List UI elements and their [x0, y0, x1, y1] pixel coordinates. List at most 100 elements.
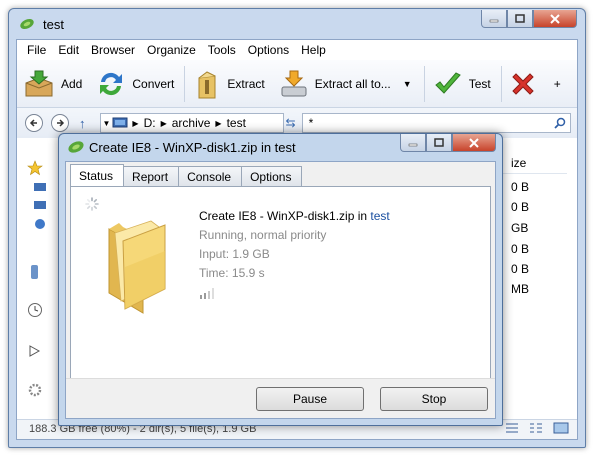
status-panel: Create IE8 - WinXP-disk1.zip in test Run… [70, 186, 491, 397]
test-label: Test [468, 76, 491, 91]
list-view-icon[interactable] [529, 422, 543, 434]
input-size-text: Input: 1.9 GB [199, 247, 270, 261]
back-button[interactable] [25, 114, 43, 132]
operation-text: Create IE8 - WinXP-disk1.zip in [199, 209, 371, 223]
checkmark-icon [434, 71, 461, 94]
forward-button[interactable] [51, 114, 69, 132]
extract-button[interactable]: Extract [187, 64, 272, 104]
window-title: test [43, 17, 64, 32]
search-icon[interactable] [554, 117, 566, 129]
forward-arrow-icon [57, 119, 65, 127]
peazip-logo-icon [20, 18, 34, 30]
dialog-footer: Pause Stop [66, 378, 495, 418]
dialog-window-controls [400, 134, 496, 152]
network-icon[interactable] [33, 218, 47, 230]
dialog-maximize-button[interactable] [426, 134, 452, 152]
up-arrow-icon[interactable]: ↑ [79, 116, 86, 131]
tab-report[interactable]: Report [123, 166, 180, 186]
path-sep-icon: ▶ [160, 118, 167, 128]
operation-info: Create IE8 - WinXP-disk1.zip in test Run… [199, 207, 390, 305]
left-panel [17, 138, 55, 419]
convert-button[interactable]: Convert [90, 64, 182, 104]
maximize-button[interactable] [507, 10, 533, 28]
menu-options[interactable]: Options [242, 40, 295, 60]
folder-icon [108, 220, 166, 314]
play-icon[interactable] [27, 344, 41, 358]
favorites-star-icon[interactable] [27, 160, 43, 176]
more-tools-button[interactable]: + [554, 77, 561, 91]
elapsed-time-text: Time: 15.9 s [199, 266, 265, 280]
maximize-icon [515, 14, 525, 23]
size-cell: GB [511, 221, 529, 235]
add-archive-icon [25, 70, 53, 96]
close-icon [469, 137, 479, 148]
back-arrow-icon [29, 119, 37, 127]
peazip-logo-icon [68, 141, 84, 153]
menu-help[interactable]: Help [295, 40, 332, 60]
dialog-close-button[interactable] [452, 134, 496, 152]
toolbar-separator [500, 65, 502, 102]
close-button[interactable] [533, 10, 577, 28]
tab-console[interactable]: Console [178, 166, 243, 186]
size-cell: 0 B [511, 180, 530, 194]
extract-label: Extract [227, 76, 265, 91]
details-view-icon[interactable] [505, 422, 519, 434]
gear-icon[interactable] [27, 382, 43, 398]
pause-button[interactable]: Pause [256, 387, 364, 411]
toolbar: Add Convert Extract Extract all to... ▼ … [17, 60, 577, 108]
extract-dropdown-arrow-icon[interactable]: ▼ [399, 79, 422, 89]
path-segment[interactable]: archive [169, 116, 214, 130]
minimize-icon [489, 19, 499, 22]
extract-icon [198, 70, 216, 98]
add-label: Add [61, 76, 83, 91]
bookmark-icon[interactable] [29, 264, 41, 280]
test-button[interactable]: Test [427, 64, 499, 104]
convert-label: Convert [132, 76, 175, 91]
add-button[interactable]: Add [17, 64, 90, 104]
menu-organize[interactable]: Organize [141, 40, 202, 60]
filter-value: * [308, 116, 314, 130]
size-cell: 0 B [511, 200, 530, 214]
busy-spinner-icon [85, 197, 99, 211]
path-sep-icon: ▶ [215, 118, 222, 128]
extract-all-label: Extract all to... [314, 76, 391, 91]
menu-file[interactable]: File [21, 40, 52, 60]
size-cell: 0 B [511, 262, 530, 276]
state-text: Running, normal priority [199, 228, 327, 242]
menu-edit[interactable]: Edit [52, 40, 85, 60]
title-bar[interactable]: test [9, 9, 585, 37]
menu-bar: File Edit Browser Organize Tools Options… [17, 40, 577, 60]
toolbar-separator [184, 65, 186, 102]
drive-icon[interactable] [33, 200, 47, 210]
view-mode-icons [505, 422, 569, 434]
path-segment[interactable]: test [224, 116, 249, 130]
filter-input[interactable]: * [301, 113, 571, 133]
convert-icon [100, 72, 123, 95]
operation-line: Create IE8 - WinXP-disk1.zip in test [199, 207, 390, 226]
thumbnail-view-icon[interactable] [553, 422, 569, 434]
path-dropdown-icon[interactable]: ▼ [101, 119, 113, 128]
tab-options[interactable]: Options [241, 166, 303, 186]
progress-dialog: Create IE8 - WinXP-disk1.zip in test Sta… [58, 133, 503, 426]
window-controls [481, 10, 577, 28]
extract-all-icon [281, 70, 307, 96]
delete-button[interactable] [504, 64, 550, 104]
path-segment[interactable]: D: [141, 116, 159, 130]
path-breadcrumb[interactable]: ▼ ▶ D: ▶ archive ▶ test [99, 113, 284, 133]
history-clock-icon[interactable] [27, 302, 43, 318]
dialog-minimize-button[interactable] [400, 134, 426, 152]
output-folder-link[interactable]: test [370, 209, 389, 223]
menu-browser[interactable]: Browser [85, 40, 141, 60]
dialog-tabs: Status Report Console Options [70, 164, 303, 186]
menu-tools[interactable]: Tools [202, 40, 242, 60]
delete-x-icon [511, 72, 534, 95]
size-cell: 0 B [511, 242, 530, 256]
minimize-icon [408, 143, 418, 146]
dialog-title: Create IE8 - WinXP-disk1.zip in test [89, 140, 296, 155]
drive-icon[interactable] [33, 182, 47, 192]
extract-all-button[interactable]: Extract all to... [273, 64, 399, 104]
minimize-button[interactable] [481, 10, 507, 28]
stop-button[interactable]: Stop [380, 387, 488, 411]
refresh-icon[interactable]: ⇆ [286, 116, 296, 130]
tab-status[interactable]: Status [70, 164, 125, 186]
